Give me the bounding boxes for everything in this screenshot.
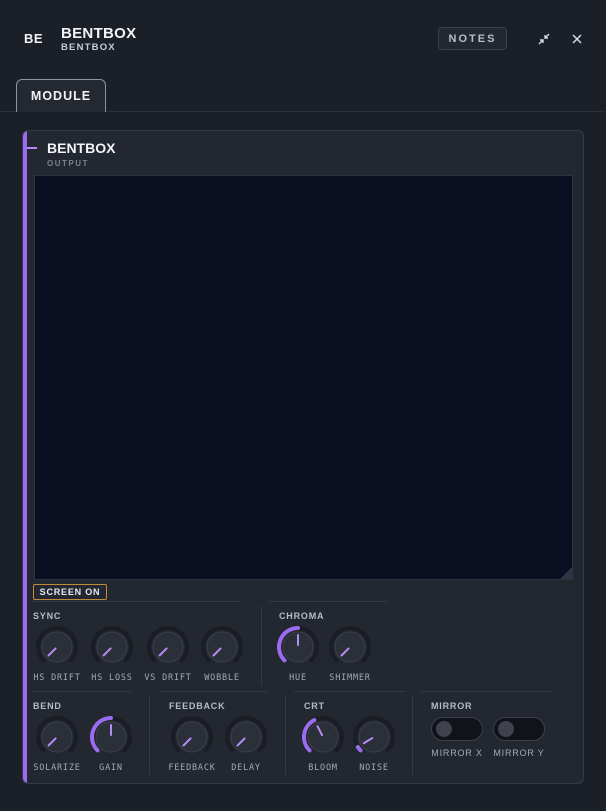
screen-on-toggle[interactable]: SCREEN ON	[33, 584, 107, 600]
knob-body	[230, 721, 262, 753]
output-screen	[34, 175, 573, 580]
notes-button[interactable]: NOTES	[438, 27, 507, 50]
knob-hs-drift[interactable]	[35, 625, 79, 669]
panel-subtitle: OUTPUT	[47, 159, 89, 168]
knob-wobble[interactable]	[200, 625, 244, 669]
panel-title: BENTBOX	[47, 140, 116, 156]
module-panel: BENTBOX OUTPUT SCREEN ON SYNC CHROMA BEN…	[22, 130, 584, 784]
knob-body	[358, 721, 390, 753]
knob-body	[206, 631, 238, 663]
knob-body	[41, 631, 73, 663]
group-label-bend: BEND	[33, 701, 62, 711]
mirror-y-toggle[interactable]	[493, 717, 545, 741]
mirror-x-toggle[interactable]	[431, 717, 483, 741]
knob-hs-loss[interactable]	[90, 625, 134, 669]
knob-shimmer[interactable]	[328, 625, 372, 669]
mirror-y-label: MIRROR Y	[493, 748, 545, 758]
tab-module[interactable]: MODULE	[16, 79, 106, 112]
group-separator	[261, 606, 262, 686]
panel-dash	[27, 147, 37, 149]
knob-body	[176, 721, 208, 753]
knob-label: GAIN	[99, 763, 123, 773]
mirror-x-label: MIRROR X	[431, 748, 483, 758]
knob-body	[334, 631, 366, 663]
group-label-sync: SYNC	[33, 611, 62, 621]
knob-hue[interactable]	[276, 625, 320, 669]
group-divider	[421, 691, 553, 692]
knob-gain[interactable]	[89, 715, 133, 759]
knob-label: SHIMMER	[329, 673, 371, 683]
knob-solarize[interactable]	[35, 715, 79, 759]
group-separator	[412, 695, 413, 775]
resize-grip-icon[interactable]	[560, 567, 572, 579]
knob-delay[interactable]	[224, 715, 268, 759]
knob-vs-drift[interactable]	[146, 625, 190, 669]
knob-noise[interactable]	[352, 715, 396, 759]
knob-body	[41, 721, 73, 753]
knob-value-arc	[355, 744, 363, 753]
knob-label: WOBBLE	[204, 673, 240, 683]
group-label-mirror: MIRROR	[431, 701, 473, 711]
toggle-thumb	[436, 721, 452, 737]
knob-label: DELAY	[231, 763, 261, 773]
group-divider	[269, 601, 387, 602]
group-label-feedback: FEEDBACK	[169, 701, 226, 711]
knob-body	[96, 631, 128, 663]
group-label-crt: CRT	[304, 701, 325, 711]
app-subtitle: BENTBOX	[61, 42, 116, 53]
panel-accent-bar	[23, 131, 27, 783]
group-separator	[285, 695, 286, 775]
group-divider	[294, 691, 406, 692]
group-separator	[149, 695, 150, 775]
toggle-thumb	[498, 721, 514, 737]
knob-feedback[interactable]	[170, 715, 214, 759]
group-label-chroma: CHROMA	[279, 611, 325, 621]
group-divider	[159, 691, 267, 692]
app-header: BE BENTBOX BENTBOX NOTES	[0, 0, 606, 74]
app-logo: BE	[24, 31, 44, 46]
app-title: BENTBOX	[61, 25, 137, 42]
collapse-arrows-icon[interactable]	[536, 31, 552, 47]
close-icon[interactable]	[569, 31, 585, 47]
knob-body	[152, 631, 184, 663]
knob-body	[307, 721, 339, 753]
knob-bloom[interactable]	[301, 715, 345, 759]
group-divider	[33, 691, 131, 692]
group-divider	[33, 601, 241, 602]
knob-label: NOISE	[359, 763, 389, 773]
